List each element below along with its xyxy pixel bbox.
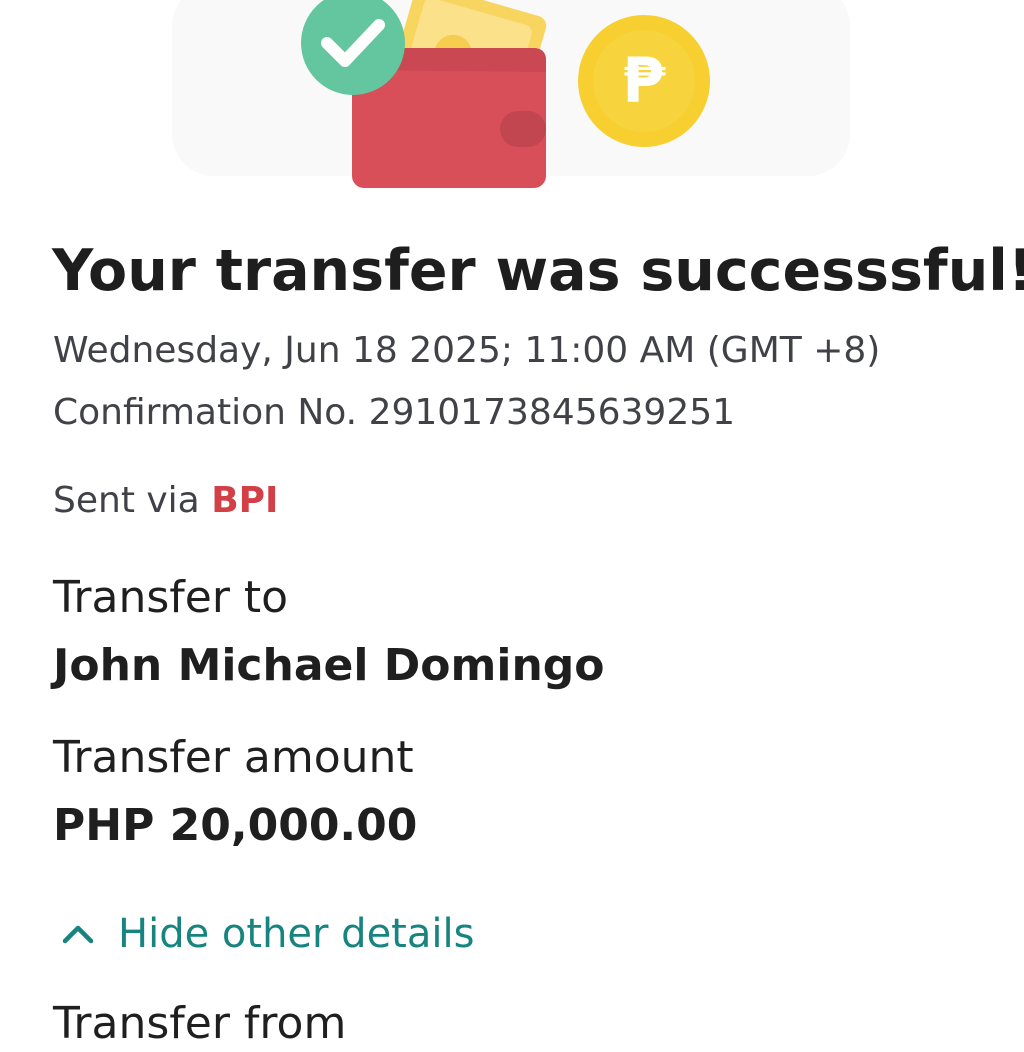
hero-illustration: ₱ xyxy=(301,0,710,188)
peso-symbol: ₱ xyxy=(622,44,666,117)
transfer-from-label: Transfer from xyxy=(53,998,347,1049)
sent-via-bank: BPI xyxy=(211,480,279,521)
transfer-amount-value: PHP 20,000.00 xyxy=(53,800,418,851)
chevron-up-icon xyxy=(62,925,94,944)
confirmation-number: Confirmation No. 2910173845639251 xyxy=(53,392,736,433)
transfer-to-label: Transfer to xyxy=(53,572,289,623)
peso-coin-icon: ₱ xyxy=(578,15,710,147)
hide-details-button[interactable]: Hide other details xyxy=(58,908,474,960)
success-title: Your transfer was successsful! xyxy=(52,238,1024,304)
transfer-datetime: Wednesday, Jun 18 2025; 11:00 AM (GMT +8… xyxy=(53,330,881,371)
sent-via-label: Sent via xyxy=(53,480,200,521)
sent-via-line: Sent via BPI xyxy=(53,478,278,524)
recipient-name: John Michael Domingo xyxy=(53,640,605,691)
transfer-amount-label: Transfer amount xyxy=(53,732,414,783)
hide-details-label: Hide other details xyxy=(118,911,475,957)
